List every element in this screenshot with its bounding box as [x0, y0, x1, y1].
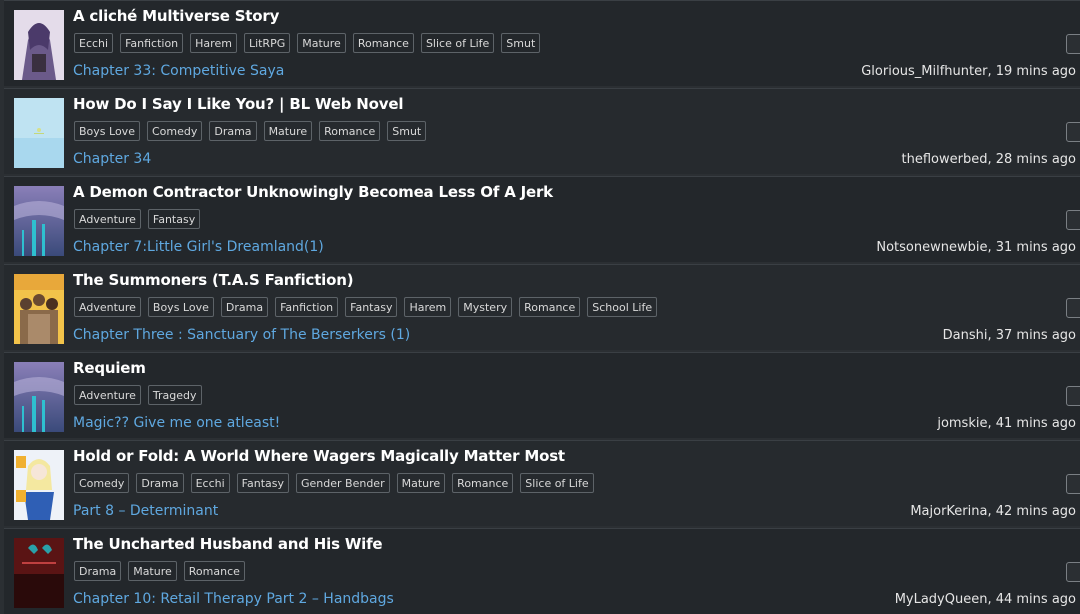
tag[interactable]: Harem [190, 33, 237, 53]
tag[interactable]: Ecchi [190, 473, 230, 493]
cover-image[interactable] [14, 538, 64, 608]
list-item: A cliché Multiverse Story Ecchi Fanfictio… [4, 0, 1080, 86]
tag[interactable]: Mature [128, 561, 177, 581]
chapter-link[interactable]: Part 8 – Determinant [73, 501, 218, 521]
tag[interactable]: Adventure [74, 297, 141, 317]
tag[interactable]: Smut [387, 121, 427, 141]
list-item: The Uncharted Husband and His Wife Drama… [4, 528, 1080, 614]
chapter-link[interactable]: Chapter 10: Retail Therapy Part 2 – Hand… [73, 589, 394, 609]
tag[interactable]: Smut [501, 33, 541, 53]
story-title[interactable]: Requiem [73, 357, 146, 379]
tag[interactable]: Adventure [74, 385, 141, 405]
action-button[interactable] [1066, 474, 1080, 494]
cover-image[interactable] [14, 98, 64, 168]
tag[interactable]: Drama [136, 473, 184, 493]
tag[interactable]: Boys Love [147, 297, 214, 317]
tag[interactable]: Slice of Life [520, 473, 594, 493]
cover-image[interactable] [14, 274, 64, 344]
cover-image[interactable] [14, 10, 64, 80]
tag[interactable]: Fanfiction [120, 33, 184, 53]
story-title[interactable]: The Uncharted Husband and His Wife [73, 533, 383, 555]
chapter-link[interactable]: Chapter 34 [73, 149, 151, 169]
tag-list: Adventure Boys Love Drama Fanfiction Fantasy… [74, 297, 664, 319]
cover-image[interactable] [14, 362, 64, 432]
story-title[interactable]: Hold or Fold: A World Where Wagers Magic… [73, 445, 565, 467]
list-item: Requiem Adventure Tragedy Magic?? Give me… [4, 352, 1080, 438]
tag[interactable]: Drama [220, 297, 269, 317]
story-title[interactable]: The Summoners (T.A.S Fanfiction) [73, 269, 354, 291]
tag[interactable]: Adventure [74, 209, 141, 229]
tag[interactable]: Drama [74, 561, 122, 581]
cover-image[interactable] [14, 450, 64, 520]
author-time: Glorious_Milfhunter, 19 mins ago [861, 64, 1076, 79]
list-item: A Demon Contractor Unknowingly Becomea L… [4, 176, 1080, 262]
tag[interactable]: Romance [352, 33, 414, 53]
tag[interactable]: Comedy [146, 121, 203, 141]
tag[interactable]: LitRPG [243, 33, 291, 53]
tag-list: Ecchi Fanfiction Harem LitRPG Mature Romance S… [74, 33, 547, 55]
tag[interactable]: Slice of Life [420, 33, 495, 53]
chapter-link[interactable]: Chapter 33: Competitive Saya [73, 61, 284, 81]
list-item: Hold or Fold: A World Where Wagers Magic… [4, 440, 1080, 526]
tag[interactable]: Mystery [458, 297, 513, 317]
tag-list: Adventure Fantasy [74, 209, 207, 231]
story-title[interactable]: A cliché Multiverse Story [73, 5, 279, 27]
author-time: Danshi, 37 mins ago [942, 328, 1076, 343]
tag-list: Adventure Tragedy [74, 385, 209, 407]
tag[interactable]: Romance [452, 473, 514, 493]
author-time: MyLadyQueen, 44 mins ago [894, 592, 1076, 607]
tag[interactable]: Romance [183, 561, 245, 581]
tag[interactable]: Mature [297, 33, 346, 53]
list-item: How Do I Say I Like You? | BL Web Novel … [4, 88, 1080, 174]
tag[interactable]: School Life [587, 297, 658, 317]
author-time: MajorKerina, 42 mins ago [910, 504, 1076, 519]
action-button[interactable] [1066, 122, 1080, 142]
author-time: Notsonewnewbie, 31 mins ago [876, 240, 1076, 255]
tag-list: Boys Love Comedy Drama Mature Romance Smut [74, 121, 433, 143]
tag-list: Comedy Drama Ecchi Fantasy Gender Bender Matu… [74, 473, 601, 495]
action-button[interactable] [1066, 210, 1080, 230]
tag[interactable]: Romance [319, 121, 381, 141]
tag[interactable]: Fantasy [345, 297, 398, 317]
chapter-link[interactable]: Chapter Three : Sanctuary of The Berserk… [73, 325, 410, 345]
tag[interactable]: Mature [263, 121, 313, 141]
tag[interactable]: Mature [396, 473, 446, 493]
cover-image[interactable] [14, 186, 64, 256]
story-title[interactable]: How Do I Say I Like You? | BL Web Novel [73, 93, 403, 115]
tag[interactable]: Boys Love [74, 121, 140, 141]
tag[interactable]: Romance [519, 297, 581, 317]
tag[interactable]: Fanfiction [275, 297, 339, 317]
story-title[interactable]: A Demon Contractor Unknowingly Becomea L… [73, 181, 553, 203]
tag[interactable]: Ecchi [74, 33, 114, 53]
action-button[interactable] [1066, 34, 1080, 54]
novel-update-list: A cliché Multiverse Story Ecchi Fanfictio… [0, 0, 1080, 614]
author-time: theflowerbed, 28 mins ago [901, 152, 1076, 167]
tag[interactable]: Fantasy [147, 209, 201, 229]
tag[interactable]: Gender Bender [296, 473, 390, 493]
tag[interactable]: Drama [209, 121, 257, 141]
tag[interactable]: Comedy [74, 473, 130, 493]
action-button[interactable] [1066, 298, 1080, 318]
action-button[interactable] [1066, 562, 1080, 582]
tag-list: Drama Mature Romance [74, 561, 252, 583]
chapter-link[interactable]: Magic?? Give me one atleast! [73, 413, 280, 433]
tag[interactable]: Harem [404, 297, 452, 317]
action-button[interactable] [1066, 386, 1080, 406]
chapter-link[interactable]: Chapter 7:Little Girl's Dreamland(1) [73, 237, 324, 257]
author-time: jomskie, 41 mins ago [937, 416, 1076, 431]
tag[interactable]: Fantasy [236, 473, 289, 493]
tag[interactable]: Tragedy [147, 385, 202, 405]
list-item: The Summoners (T.A.S Fanfiction) Adventu… [4, 264, 1080, 350]
